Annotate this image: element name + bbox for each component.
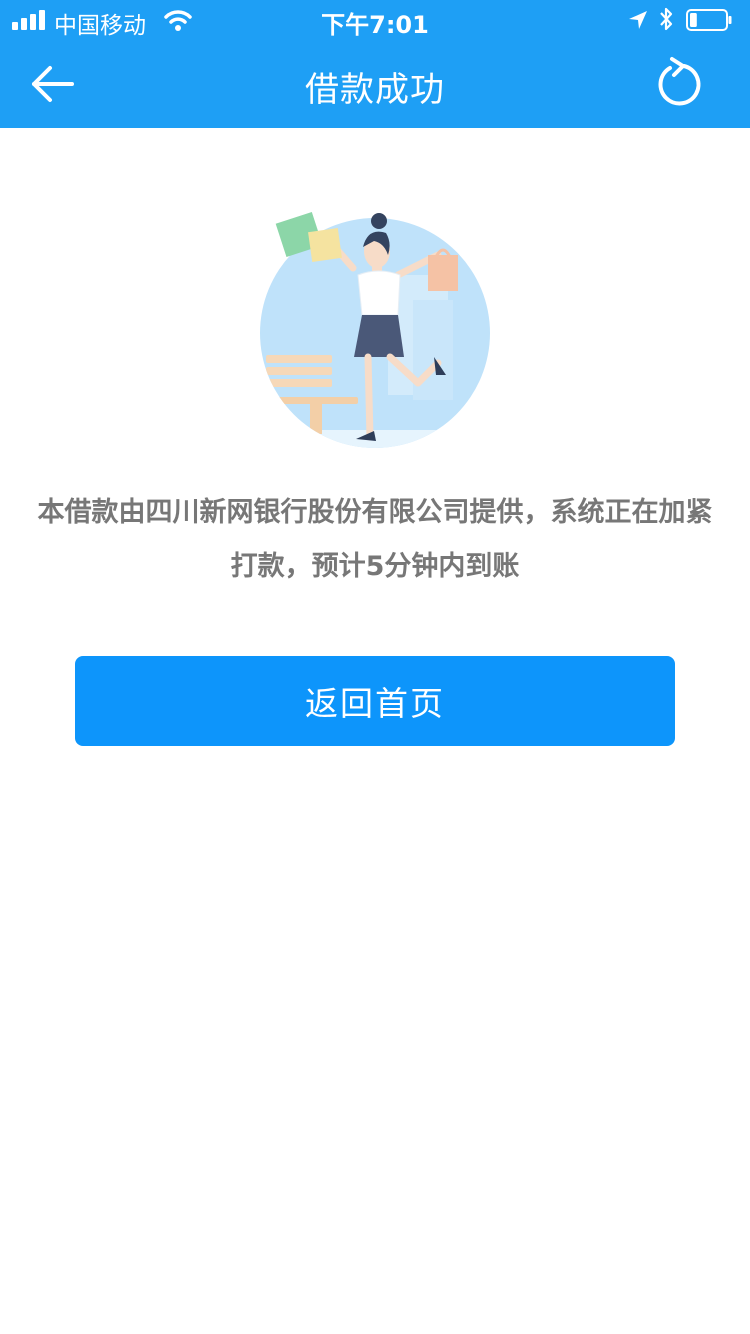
return-home-label: 返回首页 — [305, 684, 445, 723]
location-arrow-icon — [629, 11, 647, 29]
nav-bar: 借款成功 — [0, 40, 750, 128]
return-home-button[interactable]: 返回首页 — [75, 656, 675, 746]
success-illustration — [260, 211, 490, 448]
refresh-icon — [658, 57, 701, 106]
success-message: 本借款由四川新网银行股份有限公司提供，系统正在加紧打款，预计5分钟内到账 — [37, 497, 713, 582]
bluetooth-icon — [660, 7, 673, 31]
battery-icon — [686, 9, 732, 31]
refresh-button[interactable] — [650, 56, 706, 112]
app-header: 中国移动 下午7:01 借款成功 — [0, 0, 750, 128]
page-title: 借款成功 — [305, 70, 445, 110]
status-bar: 中国移动 下午7:01 — [0, 0, 750, 40]
